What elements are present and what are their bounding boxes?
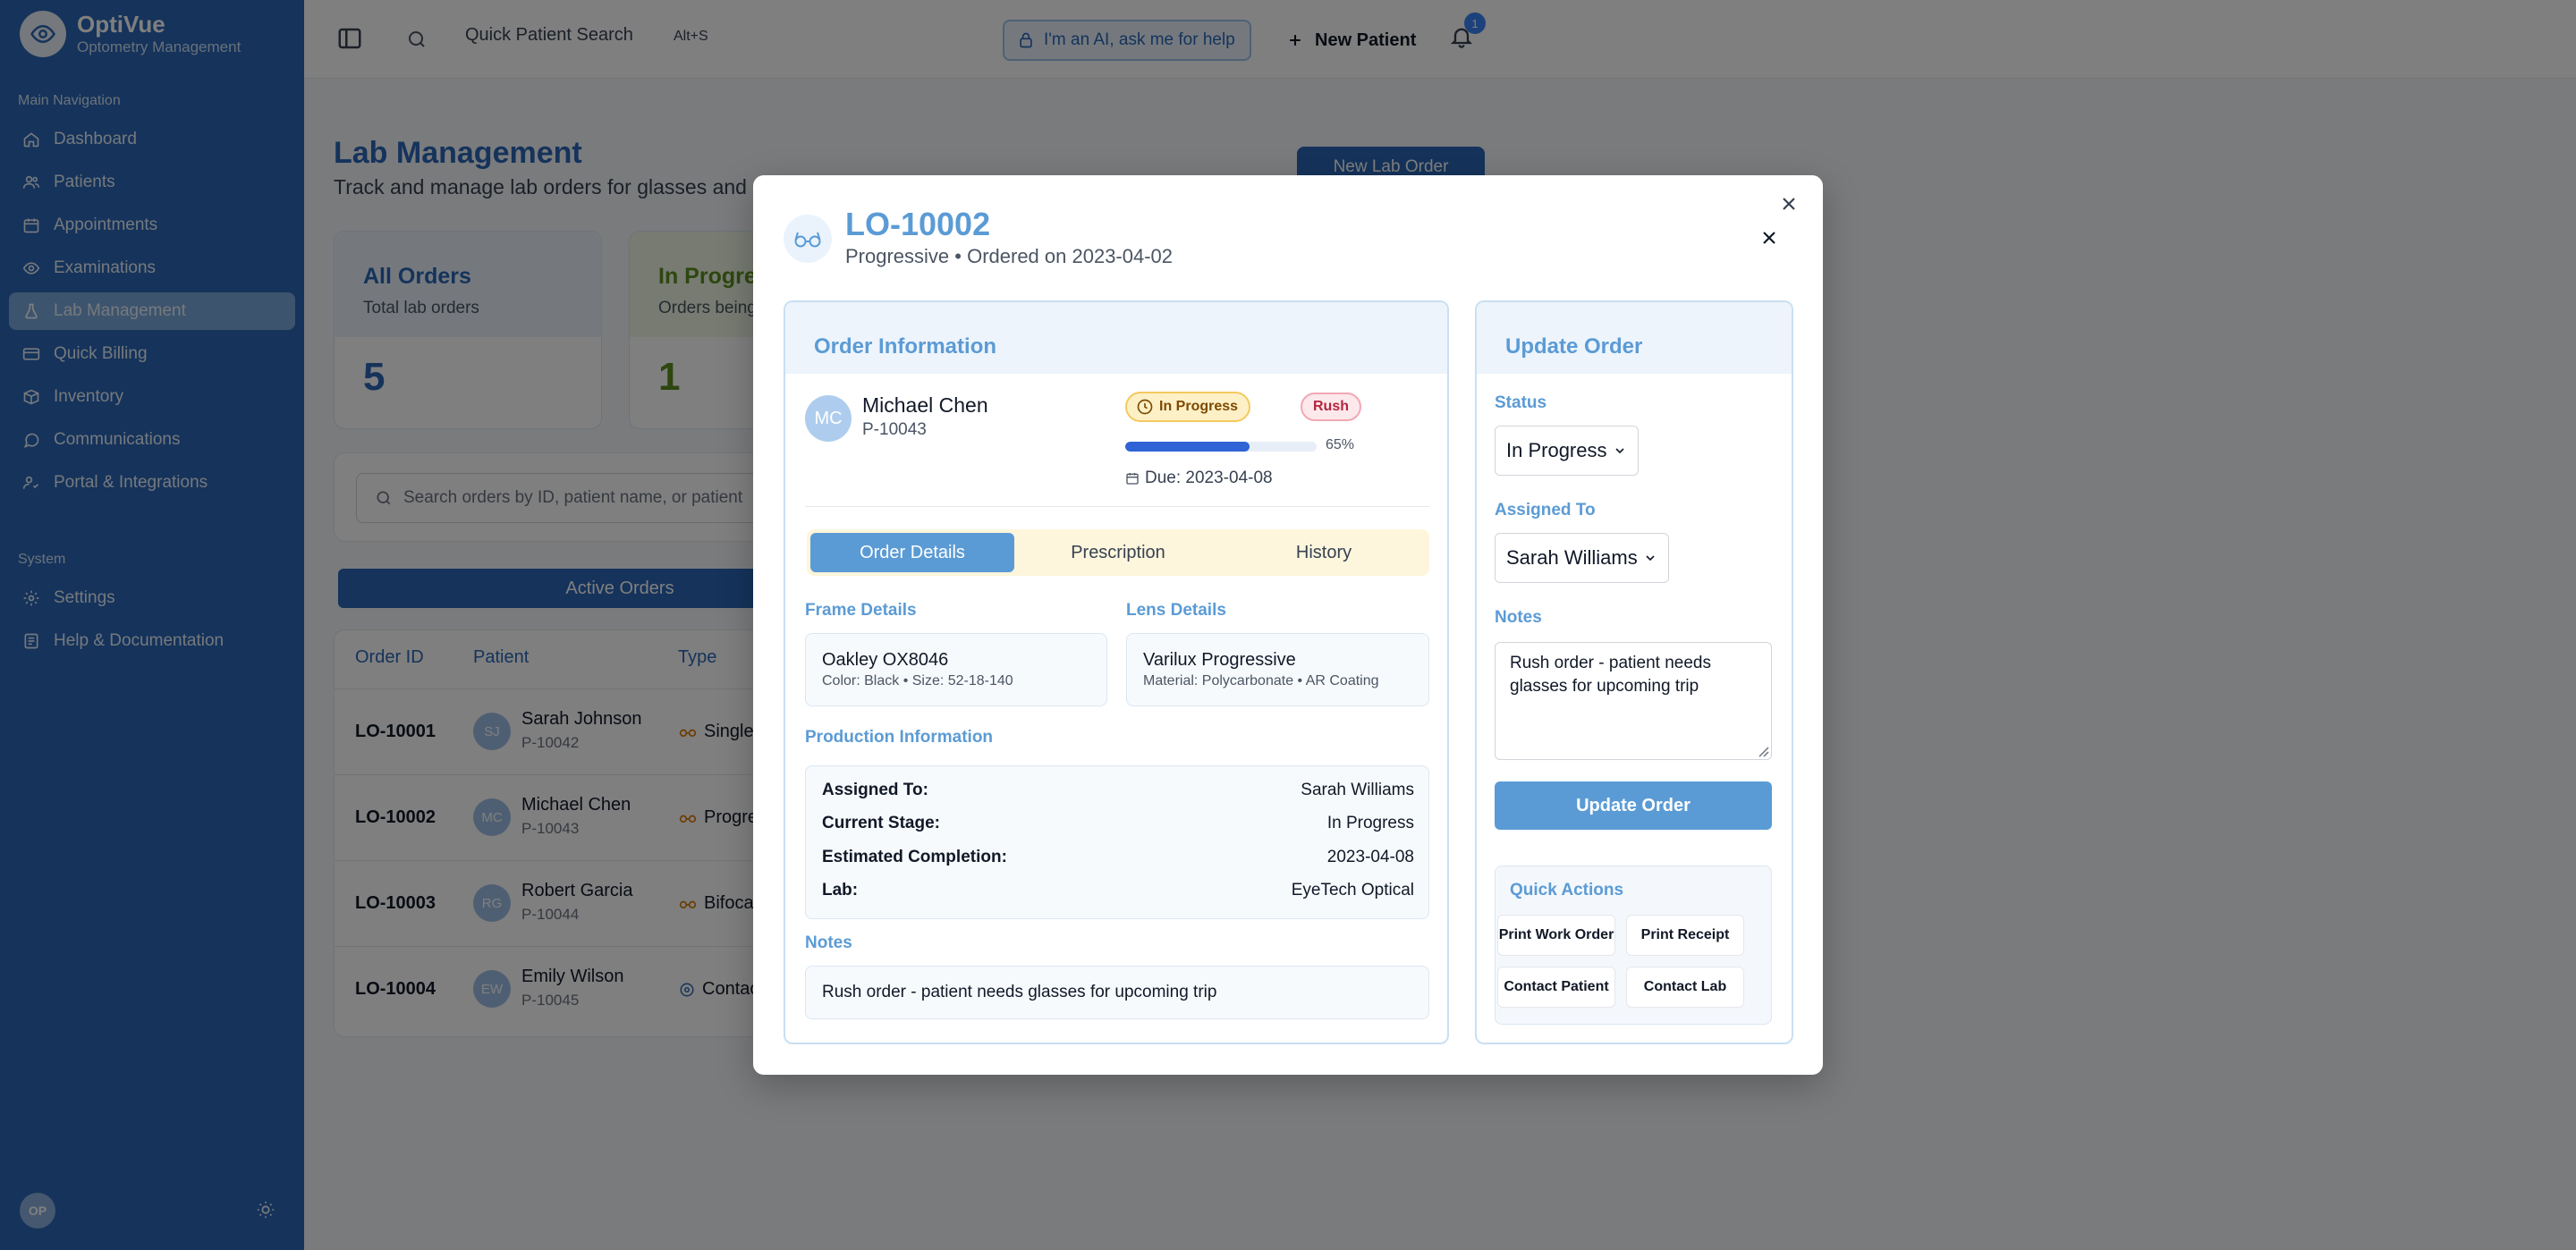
update-order-title: Update Order (1477, 302, 1792, 374)
calendar-icon (1125, 471, 1140, 486)
tab-order-details[interactable]: Order Details (810, 533, 1014, 572)
frame-meta: Color: Black • Size: 52-18-140 (822, 673, 1013, 688)
chevron-down-icon (1613, 443, 1627, 458)
priority-badge: Rush (1301, 393, 1361, 421)
status-badge-label: In Progress (1159, 399, 1239, 414)
notes-label: Notes (1495, 608, 1542, 627)
production-key: Assigned To: (822, 781, 928, 799)
notes-textarea[interactable]: Rush order - patient needs glasses for u… (1495, 642, 1772, 760)
print-receipt-button[interactable]: Print Receipt (1626, 915, 1744, 956)
production-value: EyeTech Optical (1291, 881, 1414, 899)
lens-meta: Material: Polycarbonate • AR Coating (1143, 673, 1379, 688)
tab-history[interactable]: History (1222, 533, 1426, 572)
production-row: Assigned To: Sarah Williams (822, 781, 1414, 800)
frame-details-card: Oakley OX8046 Color: Black • Size: 52-18… (805, 633, 1107, 706)
status-select[interactable]: In Progress (1495, 426, 1639, 476)
status-select-value: In Progress (1506, 439, 1607, 461)
chevron-down-icon (1643, 551, 1657, 565)
status-badge: In Progress (1125, 392, 1251, 422)
resize-handle-icon[interactable] (1757, 745, 1769, 757)
progress-fill (1125, 442, 1250, 452)
clock-icon (1136, 398, 1154, 416)
tab-prescription[interactable]: Prescription (1016, 533, 1220, 572)
order-subtitle: Progressive • Ordered on 2023-04-02 (845, 245, 1174, 267)
production-key: Estimated Completion: (822, 848, 1007, 866)
production-key: Current Stage: (822, 814, 940, 832)
status-label: Status (1495, 393, 1547, 412)
glasses-icon (784, 215, 832, 263)
order-id-title: LO-10002 (845, 206, 991, 242)
contact-lab-button[interactable]: Contact Lab (1626, 967, 1744, 1008)
avatar: MC (805, 395, 852, 442)
patient-id: P-10043 (862, 420, 927, 439)
production-information-card: Assigned To: Sarah Williams Current Stag… (805, 765, 1429, 919)
print-work-order-button[interactable]: Print Work Order (1497, 915, 1615, 956)
due-date: Due: 2023-04-08 (1125, 469, 1273, 488)
update-order-button[interactable]: Update Order (1495, 781, 1772, 830)
assigned-to-select[interactable]: Sarah Williams (1495, 533, 1669, 583)
patient-name[interactable]: Michael Chen (862, 393, 988, 418)
order-detail-tabs: Order Details Prescription History (807, 529, 1429, 576)
frame-name: Oakley OX8046 (822, 650, 949, 670)
production-row: Lab: EyeTech Optical (822, 881, 1414, 900)
order-detail-modal: LO-10002 Progressive • Ordered on 2023-0… (753, 175, 1823, 1075)
lens-details-label: Lens Details (1126, 601, 1226, 620)
production-value: In Progress (1326, 814, 1414, 832)
notes-label: Notes (805, 933, 852, 952)
close-icon[interactable] (1778, 193, 1800, 215)
notes-textarea-value: Rush order - patient needs glasses for u… (1510, 654, 1711, 696)
production-value: 2023-04-08 (1326, 848, 1414, 866)
quick-actions-panel: Quick Actions Print Work Order Print Rec… (1495, 866, 1772, 1025)
progress-bar (1125, 442, 1317, 452)
quick-actions-title: Quick Actions (1510, 881, 1624, 899)
assigned-to-label: Assigned To (1495, 501, 1596, 519)
production-information-label: Production Information (805, 728, 994, 747)
update-order-panel: Update Order Status In Progress Assigned… (1475, 300, 1793, 1044)
progress-percent: 65% (1326, 437, 1355, 452)
contact-patient-button[interactable]: Contact Patient (1497, 967, 1615, 1008)
frame-details-label: Frame Details (805, 601, 917, 620)
close-icon[interactable] (1758, 227, 1780, 249)
production-value: Sarah Williams (1301, 781, 1414, 799)
notes-text: Rush order - patient needs glasses for u… (822, 983, 1217, 1001)
assigned-to-select-value: Sarah Williams (1506, 546, 1638, 569)
due-date-label: Due: 2023-04-08 (1145, 469, 1273, 487)
order-information-panel: Order Information MC Michael Chen P-1004… (784, 300, 1449, 1044)
order-information-title: Order Information (785, 302, 1447, 374)
divider (805, 506, 1429, 507)
production-row: Current Stage: In Progress (822, 814, 1414, 833)
notes-card: Rush order - patient needs glasses for u… (805, 966, 1429, 1019)
lens-name: Varilux Progressive (1143, 650, 1296, 670)
production-key: Lab: (822, 881, 859, 899)
production-row: Estimated Completion: 2023-04-08 (822, 848, 1414, 867)
lens-details-card: Varilux Progressive Material: Polycarbon… (1126, 633, 1429, 706)
